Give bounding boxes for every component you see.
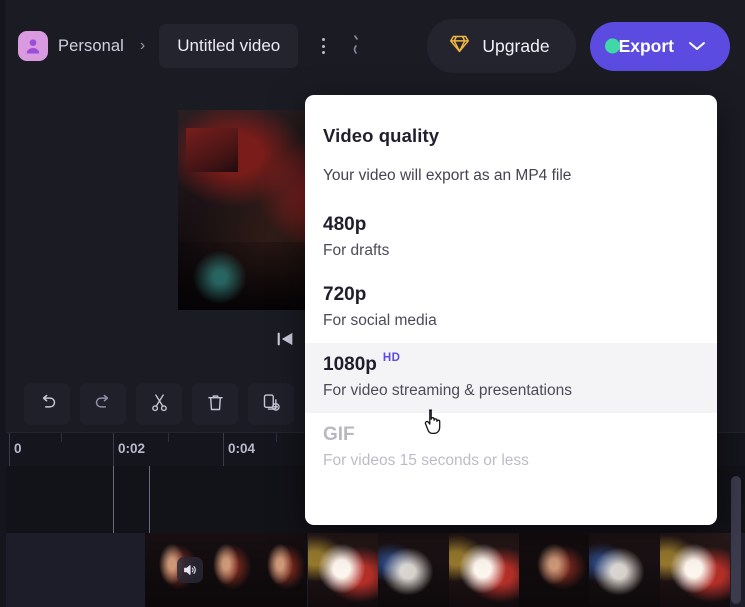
- clip-thumbnail: [589, 533, 660, 607]
- upgrade-button-label: Upgrade: [482, 35, 550, 56]
- ruler-label: 0: [14, 441, 22, 456]
- quality-option-title: 720p: [323, 284, 367, 305]
- app-root: Personal › Untitled video Upgrade Export…: [0, 0, 745, 607]
- quality-option-1080p[interactable]: 1080p HD For video streaming & presentat…: [305, 343, 717, 413]
- clipped-toolbar-icons[interactable]: [350, 33, 360, 59]
- table-row[interactable]: [145, 533, 307, 607]
- ruler-tick: [223, 433, 224, 467]
- ruler-tick: [276, 433, 277, 442]
- speaker-mute-icon[interactable]: [177, 557, 203, 583]
- green-status-dot: [604, 38, 620, 54]
- more-options-icon[interactable]: [310, 29, 336, 63]
- skip-to-start-button[interactable]: [274, 328, 296, 353]
- person-avatar-icon: [18, 31, 48, 61]
- quality-option-desc: For videos 15 seconds or less: [323, 452, 529, 469]
- quality-option-480p[interactable]: 480p For drafts: [305, 203, 717, 273]
- redo-icon: [93, 392, 114, 416]
- dropdown-subtitle: Your video will export as an MP4 file: [323, 167, 572, 184]
- clip-thumbnail: [378, 533, 449, 607]
- quality-option-title: 480p: [323, 214, 367, 235]
- quality-option-title: 1080p HD: [323, 352, 401, 375]
- quality-option-desc: For social media: [323, 312, 437, 329]
- clip-thumbnail: [518, 533, 590, 607]
- duplicate-icon: [261, 392, 282, 416]
- undo-icon: [37, 392, 58, 416]
- ruler-tick: [168, 433, 169, 442]
- project-title-input[interactable]: Untitled video: [159, 24, 299, 68]
- dropdown-header: Video quality Your video will export as …: [305, 95, 717, 185]
- workspace-name-label: Personal: [58, 36, 124, 55]
- diamond-gem-icon: [449, 33, 470, 59]
- scissors-icon: [149, 392, 170, 416]
- ruler-label: 0:02: [118, 441, 146, 456]
- clip-thumbnail: [253, 533, 307, 607]
- ruler-tick: [9, 433, 10, 467]
- quality-option-720p[interactable]: 720p For social media: [305, 273, 717, 343]
- export-button[interactable]: Export: [589, 21, 730, 71]
- ruler-tick: [113, 433, 114, 467]
- export-button-label: Export: [618, 35, 674, 56]
- clip-thumbnail: [199, 533, 253, 607]
- timeline-track-row: [6, 533, 745, 607]
- trash-icon: [205, 392, 226, 416]
- ruler-label: 0:04: [228, 441, 256, 456]
- redo-button[interactable]: [80, 382, 126, 425]
- vertical-scrollbar[interactable]: [731, 476, 741, 604]
- quality-option-title: GIF: [323, 424, 355, 445]
- page-title: Video quality: [323, 125, 440, 146]
- skip-to-start-icon: [274, 328, 296, 353]
- export-quality-dropdown: Video quality Your video will export as …: [305, 95, 717, 525]
- breadcrumb-separator-icon: ›: [139, 37, 146, 54]
- table-row[interactable]: [308, 533, 730, 607]
- ruler-tick: [61, 433, 62, 442]
- workspace-breadcrumb-item[interactable]: Personal: [18, 31, 124, 61]
- top-bar: Personal › Untitled video Upgrade Export: [6, 0, 745, 92]
- quality-option-desc: For drafts: [323, 242, 390, 259]
- duplicate-button[interactable]: [248, 382, 294, 425]
- quality-option-desc: For video streaming & presentations: [323, 382, 572, 399]
- undo-button[interactable]: [24, 382, 70, 425]
- upgrade-button[interactable]: Upgrade: [427, 19, 576, 73]
- chevron-down-icon: [688, 36, 706, 57]
- clip-thumbnail: [308, 533, 379, 607]
- delete-button[interactable]: [192, 382, 238, 425]
- quality-option-list: 480p For drafts 720p For social media 10…: [305, 203, 717, 483]
- clip-thumbnail: [659, 533, 730, 607]
- split-button[interactable]: [136, 382, 182, 425]
- preview-left-screen: [185, 128, 239, 172]
- quality-option-gif: GIF For videos 15 seconds or less: [305, 413, 717, 483]
- clip-thumbnail: [448, 533, 519, 607]
- status-badge: HD: [382, 352, 401, 364]
